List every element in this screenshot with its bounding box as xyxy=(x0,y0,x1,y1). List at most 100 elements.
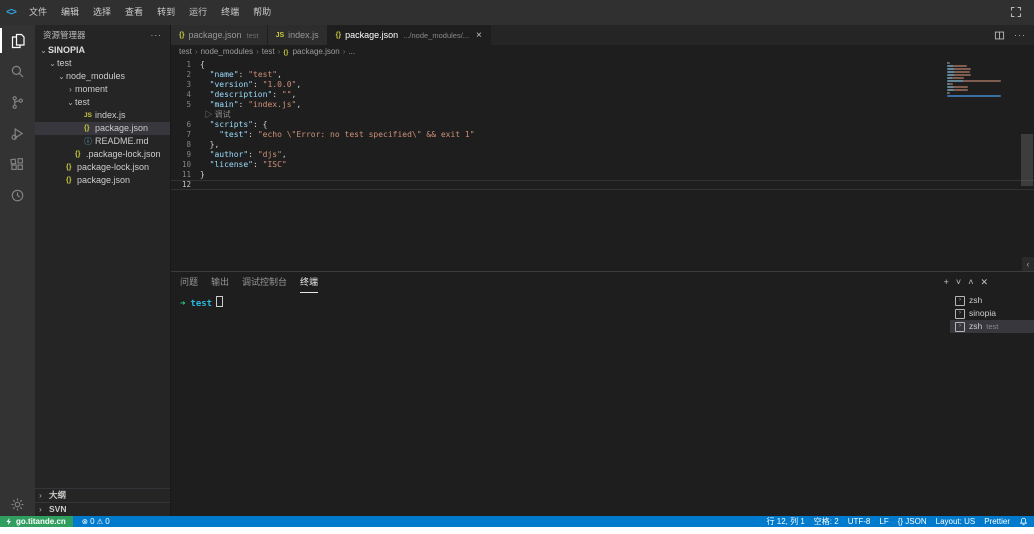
menu-item-7[interactable]: 帮助 xyxy=(246,0,278,25)
extensions-icon[interactable] xyxy=(0,149,35,180)
terminal-icon: › xyxy=(955,322,965,332)
code-line: 9 "author": "djs", xyxy=(171,150,1034,160)
breadcrumb-item[interactable]: test xyxy=(262,47,275,56)
terminal-viewport[interactable]: ➜test xyxy=(171,292,950,516)
status-formatter[interactable]: Prettier xyxy=(984,517,1010,526)
tab-label: index.js xyxy=(288,30,319,40)
tree-item-README.md[interactable]: ⓘREADME.md xyxy=(35,135,170,148)
breadcrumb-item[interactable]: ... xyxy=(348,47,355,56)
notifications-bell-icon[interactable] xyxy=(1019,517,1028,526)
json-file-icon: {} xyxy=(283,49,288,56)
sidebar-more-icon[interactable]: ··· xyxy=(151,30,163,40)
panel-tab-输出[interactable]: 输出 xyxy=(211,272,229,293)
status-indentation[interactable]: 空格: 2 xyxy=(814,516,839,527)
menu-item-3[interactable]: 查看 xyxy=(118,0,150,25)
code-text: "version": "1.0.0", xyxy=(200,80,301,90)
status-eol[interactable]: LF xyxy=(879,517,888,526)
terminal-list-item-zsh[interactable]: ›zsh xyxy=(950,294,1034,307)
tree-item-.package-lock.json[interactable]: {}.package-lock.json xyxy=(35,148,170,161)
status-keyboard-layout[interactable]: Layout: US xyxy=(936,517,976,526)
editor-more-actions-icon[interactable]: ··· xyxy=(1014,30,1026,40)
menu-bar: 文件编辑选择查看转到运行终端帮助 xyxy=(22,0,278,25)
breadcrumb-item[interactable]: {} package.json xyxy=(283,47,339,56)
code-line: 6 "scripts": { xyxy=(171,120,1034,130)
terminal-dropdown-icon[interactable]: ˅ xyxy=(956,277,961,287)
warnings-count: 0 xyxy=(105,517,109,526)
problems-status[interactable]: ⊗ 0 ⚠ 0 xyxy=(82,517,110,526)
code-text: "scripts": { xyxy=(200,120,267,130)
panel-tab-调试控制台[interactable]: 调试控制台 xyxy=(242,272,287,293)
tree-item-moment[interactable]: ›moment xyxy=(35,83,170,96)
menu-item-6[interactable]: 终端 xyxy=(214,0,246,25)
info-file-icon: ⓘ xyxy=(84,135,95,148)
editor-scrollbar[interactable] xyxy=(1021,134,1033,186)
breadcrumb: test›node_modules›test›{} package.json›.… xyxy=(171,45,1034,58)
new-terminal-icon[interactable]: + xyxy=(944,277,949,287)
tree-item-test[interactable]: ⌄test xyxy=(35,96,170,109)
tab-package.json[interactable]: {}package.jsontest xyxy=(171,25,268,45)
tree-item-package.json[interactable]: {}package.json xyxy=(35,122,170,135)
run-debug-icon[interactable] xyxy=(0,118,35,149)
tree-item-package.json[interactable]: {}package.json xyxy=(35,174,170,187)
manage-gear-icon[interactable] xyxy=(0,497,35,512)
search-icon[interactable] xyxy=(0,56,35,87)
collapse-chevron-icon[interactable]: ‹ xyxy=(1022,257,1034,271)
code-line: 2 "name": "test", xyxy=(171,70,1034,80)
source-control-icon[interactable] xyxy=(0,87,35,118)
status-encoding[interactable]: UTF-8 xyxy=(848,517,871,526)
tree-item-node_modules[interactable]: ⌄node_modules xyxy=(35,70,170,83)
remote-indicator[interactable]: go.titande.cn xyxy=(0,516,73,527)
codelens-debug[interactable]: ▷ 调试 xyxy=(200,110,231,120)
sidebar-explorer: 资源管理器 ··· ⌄SINOPIA⌄test⌄node_modules›mom… xyxy=(35,25,171,516)
code-line: 7 "test": "echo \"Error: no test specifi… xyxy=(171,130,1034,140)
minimap[interactable] xyxy=(947,62,1003,98)
menu-item-5[interactable]: 运行 xyxy=(182,0,214,25)
status-language-mode[interactable]: {} JSON xyxy=(898,517,927,526)
tree-item-package-lock.json[interactable]: {}package-lock.json xyxy=(35,161,170,174)
maximize-panel-icon[interactable]: ˄ xyxy=(968,277,973,287)
close-tab-icon[interactable]: × xyxy=(476,30,482,41)
section-SVN[interactable]: ›SVN xyxy=(35,502,170,516)
sidebar-title: 资源管理器 xyxy=(43,29,86,41)
panel-tab-终端[interactable]: 终端 xyxy=(300,272,318,293)
tree-item-SINOPIA[interactable]: ⌄SINOPIA xyxy=(35,44,170,57)
tree-item-index.js[interactable]: JSindex.js xyxy=(35,109,170,122)
breadcrumb-item[interactable]: node_modules xyxy=(201,47,253,56)
chevron-down-icon: ⌄ xyxy=(57,70,66,83)
editor-code-area[interactable]: 1{2 "name": "test",3 "version": "1.0.0",… xyxy=(171,58,1034,271)
json-file-icon: {} xyxy=(179,32,184,39)
code-line: 12 xyxy=(171,180,1034,190)
menu-item-2[interactable]: 选择 xyxy=(86,0,118,25)
split-editor-icon[interactable] xyxy=(994,30,1005,41)
status-cursor-position[interactable]: 行 12, 列 1 xyxy=(767,516,805,527)
code-text: "main": "index.js", xyxy=(200,100,301,110)
terminal-tabs-list: ›zsh›sinopia›zshtest xyxy=(950,292,1034,516)
code-text: "license": "ISC" xyxy=(200,160,287,170)
chevron-right-icon: › xyxy=(39,503,49,516)
menu-item-0[interactable]: 文件 xyxy=(22,0,54,25)
breadcrumb-item[interactable]: test xyxy=(179,47,192,56)
section-大纲[interactable]: ›大纲 xyxy=(35,488,170,502)
panel-tab-问题[interactable]: 问题 xyxy=(180,272,198,293)
panel-header: 问题输出调试控制台终端 + ˅ ˄ ✕ xyxy=(171,272,1034,292)
tab-index.js[interactable]: JSindex.js xyxy=(268,25,328,45)
line-number: 11 xyxy=(171,170,191,180)
timeline-icon[interactable] xyxy=(0,180,35,211)
code-text: { xyxy=(200,60,205,70)
terminal-item-label: zsh xyxy=(969,320,982,333)
menu-item-1[interactable]: 编辑 xyxy=(54,0,86,25)
tab-package.json[interactable]: {}package.json.../node_modules/...× xyxy=(328,25,491,45)
menu-item-4[interactable]: 转到 xyxy=(150,0,182,25)
line-number: 4 xyxy=(171,90,191,100)
explorer-icon[interactable] xyxy=(0,25,35,56)
terminal-list-item-zsh[interactable]: ›zshtest xyxy=(950,320,1034,333)
terminal-list-item-sinopia[interactable]: ›sinopia xyxy=(950,307,1034,320)
remote-host-label: go.titande.cn xyxy=(16,517,66,526)
toggle-layout-icon[interactable] xyxy=(1010,6,1022,18)
sidebar-bottom-sections: ›大纲›SVN xyxy=(35,488,170,516)
minimap-line xyxy=(947,95,1001,97)
remote-lightning-icon xyxy=(5,517,13,526)
tree-item-test[interactable]: ⌄test xyxy=(35,57,170,70)
close-panel-icon[interactable]: ✕ xyxy=(980,277,988,288)
minimap-line xyxy=(947,89,968,91)
